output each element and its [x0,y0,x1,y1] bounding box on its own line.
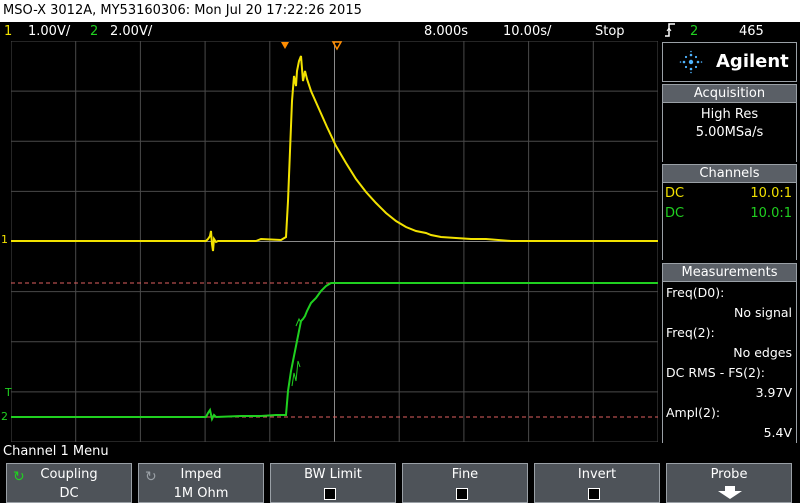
fine-softkey[interactable]: Fine [402,463,528,503]
meas-label-2: Freq(2): [666,325,715,340]
meas-label-1: Freq(D0): [666,285,725,300]
measurements-box[interactable]: Measurements Freq(D0): No signal Freq(2)… [662,263,797,443]
ch2-scale[interactable]: 2.00V/ [110,22,152,41]
channels-header: Channels [663,165,796,183]
measurements-header: Measurements [663,264,796,282]
meas-label-4: Ampl(2): [666,405,721,420]
ch2-probe: 10.0:1 [750,206,792,221]
ch2-coupling: DC [665,206,685,221]
coupling-value: DC [59,486,79,501]
meas-value-3: 3.97V [755,385,792,400]
time-scale[interactable]: 10.00s/ [503,22,551,41]
invert-checkbox[interactable] [588,488,600,500]
acquisition-box[interactable]: Acquisition High Res 5.00MSa/s [662,84,797,162]
waveform-display[interactable] [11,41,658,442]
bw-limit-checkbox[interactable] [324,488,336,500]
invert-softkey[interactable]: Invert [534,463,660,503]
time-offset[interactable]: 8.000s [424,22,468,41]
status-bar: 1 1.00V/ 2 2.00V/ 8.000s 10.00s/ Stop 2 … [0,22,800,41]
run-state[interactable]: Stop [595,22,625,41]
probe-label: Probe [710,467,748,482]
ch1-ground-marker[interactable]: 1 [1,233,8,246]
softkey-bar: ↻ Coupling DC ↻ Imped 1M Ohm BW Limit Fi… [0,461,800,503]
bw-limit-softkey[interactable]: BW Limit [270,463,396,503]
acquisition-header: Acquisition [663,85,796,103]
menu-title: Channel 1 Menu [3,444,109,459]
imped-value: 1M Ohm [173,486,229,501]
trigger-level-marker[interactable]: T [5,386,12,399]
ch1-number[interactable]: 1 [4,22,12,41]
channels-box[interactable]: Channels DC 10.0:1 DC 10.0:1 [662,164,797,260]
ch1-scale[interactable]: 1.00V/ [28,22,70,41]
trigger-source[interactable]: 2 [690,22,698,41]
fine-label: Fine [451,467,479,482]
coupling-softkey[interactable]: ↻ Coupling DC [6,463,132,503]
meas-value-4: 5.4V [763,425,792,440]
imped-softkey[interactable]: ↻ Imped 1M Ohm [138,463,264,503]
side-panel: Agilent Acquisition High Res 5.00MSa/s C… [659,41,800,443]
ch1-coupling: DC [665,186,685,201]
ch2-ground-marker[interactable]: 2 [1,410,8,423]
fine-checkbox[interactable] [456,488,468,500]
acquisition-rate: 5.00MSa/s [695,125,764,140]
brand-name: Agilent [716,51,789,72]
brand-logo: Agilent [662,42,797,82]
coupling-label: Coupling [40,467,98,482]
trigger-level[interactable]: 465 [739,22,764,41]
invert-label: Invert [577,467,617,482]
ch2-number[interactable]: 2 [90,22,98,41]
bw-limit-label: BW Limit [304,467,362,482]
acquisition-mode: High Res [700,107,759,122]
ch1-probe: 10.0:1 [750,186,792,201]
probe-softkey[interactable]: Probe [666,463,792,503]
spark-icon [679,50,703,74]
submenu-arrow-icon [718,486,742,499]
meas-value-2: No edges [733,345,792,360]
meas-label-3: DC RMS - FS(2): [666,365,766,380]
meas-value-1: No signal [734,305,792,320]
window-title: MSO-X 3012A, MY53160306: Mon Jul 20 17:2… [0,0,800,22]
imped-label: Imped [180,467,222,482]
